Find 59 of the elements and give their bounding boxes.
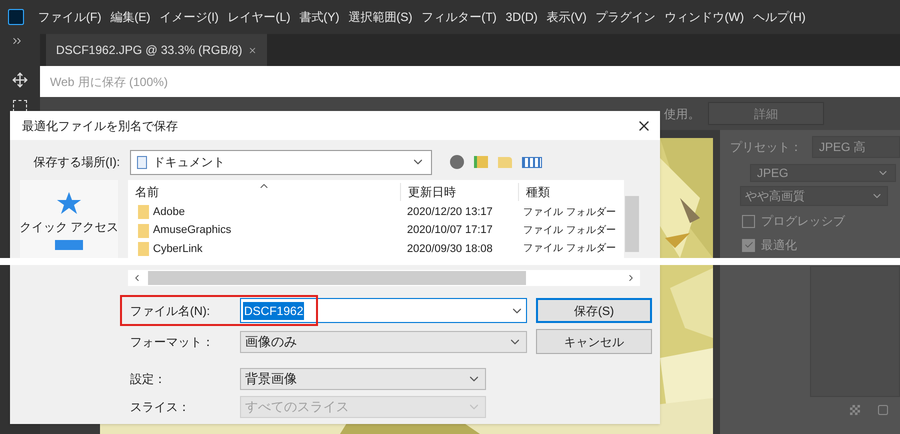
app-logo-icon [8, 9, 24, 25]
place-item[interactable]: クイック アクセス [19, 218, 119, 236]
menu-item[interactable]: ファイル(F) [38, 8, 102, 26]
file-type: ファイル フォルダー [522, 242, 617, 256]
menu-item[interactable]: フィルター(T) [421, 8, 497, 26]
modified-date: 2020/09/30 18:08 [406, 242, 494, 257]
checkbox[interactable] [742, 238, 755, 252]
star-icon[interactable] [57, 192, 81, 214]
menu-item[interactable]: レイヤー(L) [228, 8, 290, 26]
modified-date: 2020/10/07 17:17 [406, 223, 494, 238]
scrollbar-thumb[interactable] [148, 271, 526, 285]
menu-item[interactable]: 表示(V) [546, 8, 587, 26]
menu-item[interactable]: プラグイン [596, 8, 656, 26]
column-header[interactable]: 更新日時 [400, 183, 518, 202]
checker-icon[interactable] [850, 405, 860, 415]
file-name-field[interactable]: DSCF1962 [240, 298, 527, 323]
menu-item[interactable]: 書式(Y) [299, 8, 340, 26]
view-menu-icon[interactable] [522, 156, 542, 168]
move-tool-icon[interactable] [12, 72, 28, 88]
scrollbar[interactable] [624, 180, 640, 258]
dialog-button[interactable]: キャンセル [536, 329, 652, 354]
dropdown[interactable]: 背景画像 [240, 368, 486, 390]
menu-item[interactable]: 編集(E) [110, 8, 150, 26]
folder-icon [138, 242, 149, 256]
horizontal-scrollbar[interactable] [128, 270, 640, 286]
document-tab[interactable]: DSCF1962.JPG @ 33.3% (RGB/8) [46, 34, 268, 66]
hint-text: 使用。 [664, 106, 700, 122]
scrollbar-thumb[interactable] [625, 196, 639, 252]
folder-icon [138, 205, 149, 220]
field-label: ファイル名(N): [130, 302, 211, 320]
preset-label: プリセット： [730, 139, 802, 156]
document-icon [137, 156, 147, 168]
dialog-title: 最適化ファイルを別名で保存 [22, 118, 178, 134]
file-type: ファイル フォルダー [522, 224, 617, 238]
modified-date: 2020/12/20 13:17 [406, 205, 494, 220]
folder-icon [138, 224, 149, 238]
menu-item[interactable]: イメージ(I) [159, 8, 219, 26]
check-icon [744, 240, 754, 250]
field-label: スライス： [130, 399, 191, 416]
checkbox[interactable] [742, 214, 755, 228]
file-name[interactable]: AmuseGraphics [153, 222, 232, 239]
menu-item[interactable]: 選択範囲(S) [348, 8, 412, 26]
window-title: Web 用に保存 (100%) [50, 74, 168, 90]
field-label: フォーマット： [130, 334, 215, 350]
checkbox-label: プログレッシブ [761, 213, 845, 230]
menu-item[interactable]: ウィンドウ(W) [664, 8, 744, 26]
checkbox-label: 最適化 [761, 237, 797, 254]
menu-item[interactable]: 3D(D) [506, 8, 538, 26]
back-icon[interactable] [450, 155, 464, 169]
column-header[interactable]: 名前 [128, 183, 400, 202]
dialog-button[interactable]: 保存(S) [536, 298, 652, 323]
file-name[interactable]: CyberLink [153, 240, 203, 258]
field-label: 設定： [130, 371, 167, 388]
dropdown[interactable]: 画像のみ [240, 330, 527, 352]
location-label: 保存する場所(I): [32, 154, 120, 171]
menu-item[interactable]: ヘルプ(H) [752, 8, 806, 26]
location-dropdown[interactable]: ドキュメント [130, 150, 432, 174]
file-name[interactable]: Adobe [153, 204, 185, 221]
file-type: ファイル フォルダー [522, 206, 617, 220]
